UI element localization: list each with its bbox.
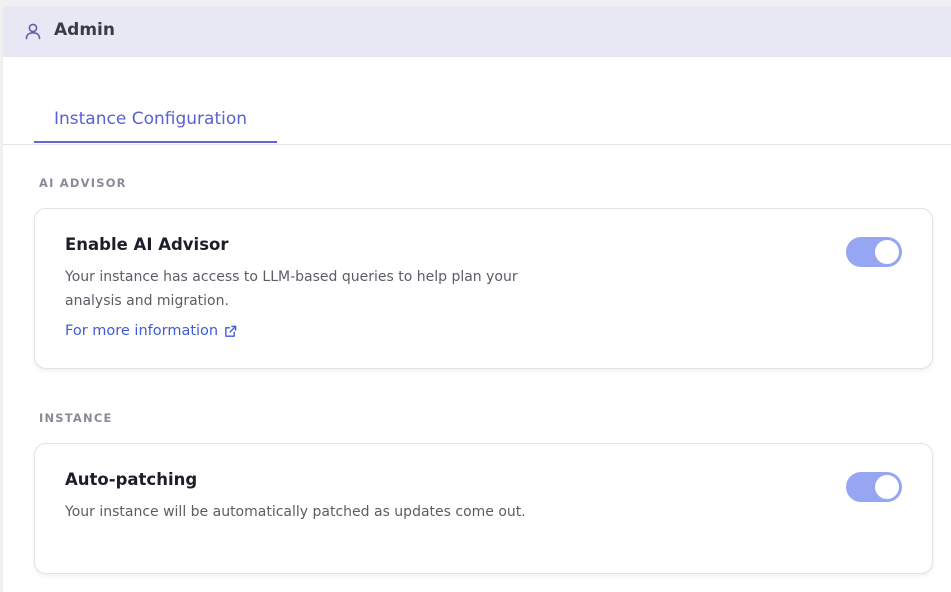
card-title: Auto-patching [65,470,198,489]
card-title: Enable AI Advisor [65,235,229,254]
ai-advisor-toggle[interactable] [846,237,902,267]
page-title: Admin [54,20,115,40]
tab-instance-configuration[interactable]: Instance Configuration [34,98,277,143]
section-label-ai-advisor: AI ADVISOR [39,176,127,190]
tab-bar: Instance Configuration [3,98,951,145]
more-information-link[interactable]: For more information [65,323,237,339]
section-label-instance: INSTANCE [39,411,113,425]
auto-patching-card: Auto-patching Your instance will be auto… [34,443,933,574]
ai-advisor-card: Enable AI Advisor Your instance has acce… [34,208,933,369]
auto-patching-toggle[interactable] [846,472,902,502]
tab-label: Instance Configuration [54,109,248,129]
link-label: For more information [65,323,219,339]
page-header: Admin [3,6,951,57]
toggle-knob [875,240,899,264]
external-link-icon [225,325,237,337]
card-description: Your instance will be automatically patc… [65,504,526,520]
user-icon [24,22,42,40]
admin-page: Admin Instance Configuration AI ADVISOR … [3,6,951,592]
card-description: Your instance has access to LLM-based qu… [65,269,518,309]
toggle-knob [875,475,899,499]
